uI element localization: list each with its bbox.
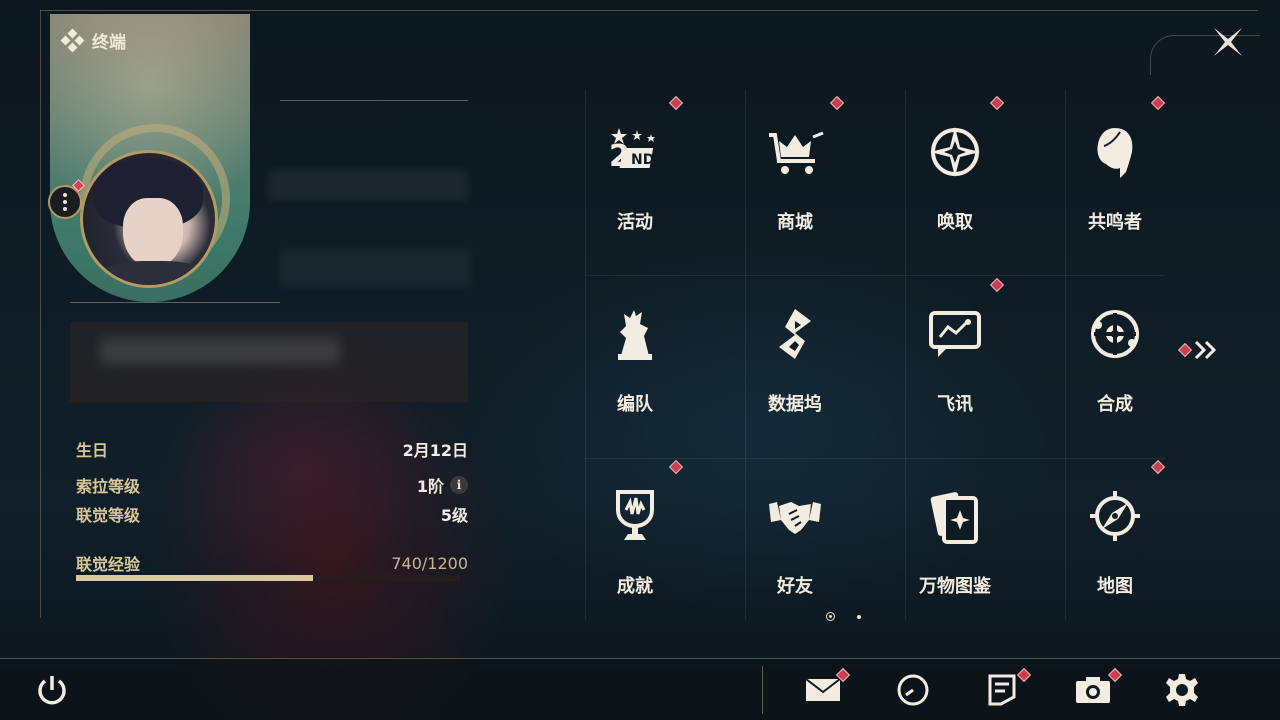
power-button[interactable] xyxy=(32,670,72,710)
birthday-label: 生日 xyxy=(76,441,109,460)
menu-item-shop[interactable]: 商城 xyxy=(735,100,855,250)
menu-item-friends[interactable]: 好友 xyxy=(735,464,855,614)
page-dot-active[interactable] xyxy=(826,612,835,621)
page-dot[interactable] xyxy=(857,614,861,619)
history-button[interactable] xyxy=(893,670,933,710)
grid-line xyxy=(585,458,1165,459)
menu-label: 飞讯 xyxy=(937,394,973,415)
menu-item-message[interactable]: 飞讯 xyxy=(895,282,1015,432)
menu-label: 编队 xyxy=(617,394,653,415)
clock-icon xyxy=(897,674,929,706)
achievement-trophy-icon xyxy=(603,484,667,548)
sola-level-value: 1阶 xyxy=(416,477,444,496)
birthday-row: 生日 2月12日 xyxy=(76,437,468,461)
close-button[interactable] xyxy=(1210,24,1246,60)
resonator-head-icon xyxy=(1083,120,1147,184)
sola-level-row: 索拉等级 1阶 i xyxy=(76,473,468,497)
map-compass-icon xyxy=(1083,484,1147,548)
menu-label: 好友 xyxy=(777,576,813,597)
team-chess-icon xyxy=(603,302,667,366)
convene-compass-star-icon xyxy=(923,120,987,184)
grid-line xyxy=(585,275,1165,276)
menu-label: 活动 xyxy=(617,212,653,233)
power-icon xyxy=(38,676,66,705)
settings-button[interactable] xyxy=(1162,670,1202,710)
union-level-row: 联觉等级 5级 xyxy=(76,502,468,526)
union-exp-row: 联觉经验 740/1200 xyxy=(76,551,468,575)
notice-button[interactable] xyxy=(982,670,1022,710)
next-page-button[interactable] xyxy=(1177,340,1218,360)
menu-item-synthesis[interactable]: 合成 xyxy=(1055,282,1175,432)
notice-icon xyxy=(988,674,1016,706)
info-icon[interactable]: i xyxy=(450,476,468,494)
player-name-blurred xyxy=(268,170,468,200)
menu-item-archive[interactable]: 万物图鉴 xyxy=(895,464,1015,614)
archive-card-icon xyxy=(923,484,987,548)
mail-icon xyxy=(805,678,841,701)
svg-text:ND: ND xyxy=(631,152,654,168)
menu-label: 合成 xyxy=(1097,394,1133,415)
close-icon xyxy=(1214,28,1242,56)
birthday-value: 2月12日 xyxy=(402,441,468,460)
union-level-label: 联觉等级 xyxy=(76,506,141,525)
menu-item-resonators[interactable]: 共鸣者 xyxy=(1055,100,1175,250)
shop-crown-cart-icon xyxy=(763,120,827,184)
divider xyxy=(70,302,280,303)
menu-label: 商城 xyxy=(777,212,813,233)
menu-label: 唤取 xyxy=(937,212,973,233)
menu-item-event[interactable]: 2 ND 活动 xyxy=(575,100,695,250)
union-exp-label: 联觉经验 xyxy=(76,555,141,574)
menu-item-map[interactable]: 地图 xyxy=(1055,464,1175,614)
union-exp-value: 740/1200 xyxy=(391,553,468,573)
camera-button[interactable] xyxy=(1073,670,1113,710)
event-2nd-icon: 2 ND xyxy=(603,120,667,184)
synthesis-icon xyxy=(1083,302,1147,366)
menu-item-data-bank[interactable]: 数据坞 xyxy=(735,282,855,432)
page-indicator xyxy=(826,612,861,621)
menu-label: 地图 xyxy=(1097,576,1133,597)
notification-badge xyxy=(1177,342,1193,358)
frame-line-left xyxy=(40,10,41,618)
player-uid-blurred xyxy=(280,250,470,286)
settings-icon xyxy=(1166,674,1198,706)
menu-label: 共鸣者 xyxy=(1088,212,1142,233)
page-title: 终端 xyxy=(92,33,126,53)
menu-item-achievement[interactable]: 成就 xyxy=(575,464,695,614)
data-bank-icon xyxy=(763,302,827,366)
message-chat-icon xyxy=(923,302,987,366)
frame-line-top xyxy=(40,10,1258,11)
divider xyxy=(280,100,468,101)
terminal-diamond-icon xyxy=(60,28,85,52)
terminal-header: 终端 xyxy=(60,28,126,53)
union-exp-fill xyxy=(76,575,313,581)
union-exp-bar xyxy=(76,575,460,581)
menu-label: 万物图鉴 xyxy=(919,576,991,597)
camera-icon xyxy=(1076,677,1110,703)
menu-item-team[interactable]: 编队 xyxy=(575,282,695,432)
friends-handshake-icon xyxy=(763,484,827,548)
menu-label: 数据坞 xyxy=(768,394,822,415)
avatar[interactable] xyxy=(80,150,218,288)
signature-blurred xyxy=(100,338,340,364)
menu-label: 成就 xyxy=(617,576,653,597)
double-chevron-right-icon xyxy=(1194,340,1217,360)
menu-item-convene[interactable]: 唤取 xyxy=(895,100,1015,250)
union-level-value: 5级 xyxy=(440,506,468,525)
bottom-divider xyxy=(762,666,763,714)
sola-level-label: 索拉等级 xyxy=(76,477,141,496)
